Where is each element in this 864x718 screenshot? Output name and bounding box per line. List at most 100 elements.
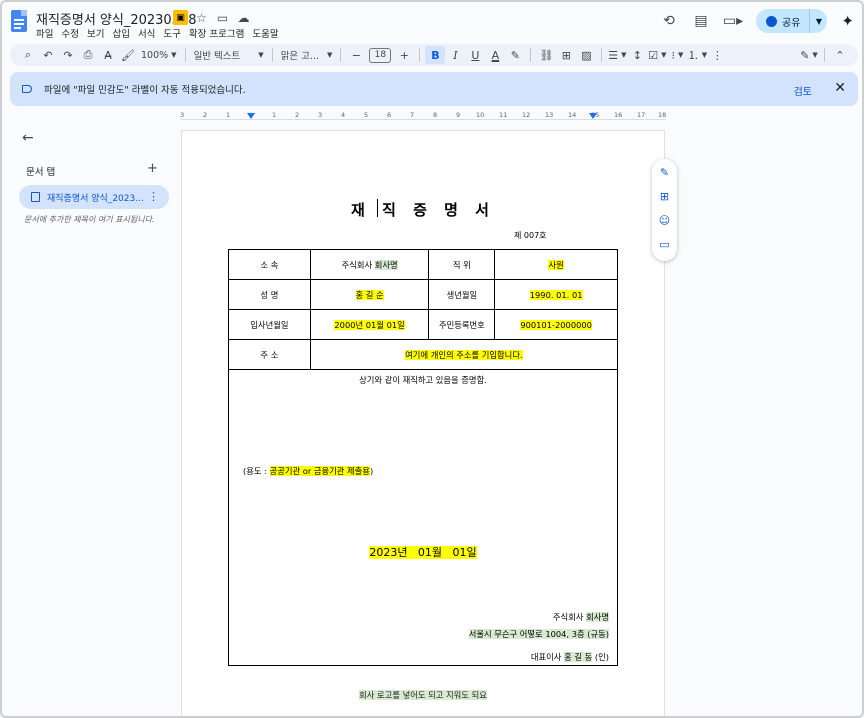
menu-tools[interactable]: 도구	[163, 26, 188, 40]
table-cell-value[interactable]: 2000년 01월 01일	[309, 309, 430, 340]
ruler-tick: 9	[456, 111, 461, 119]
chevron-down-icon: ▼	[171, 51, 177, 59]
table-cell-value[interactable]: 사원	[494, 249, 618, 280]
purpose-suffix: )	[369, 466, 374, 476]
menu-help[interactable]: 도움말	[252, 26, 286, 40]
cell-text: 회사명	[374, 259, 398, 270]
document-heading[interactable]: 재 직 증 명 서	[182, 199, 664, 220]
table-cell-value[interactable]: 홍 길 순	[309, 279, 430, 310]
print-icon[interactable]: ⎙	[78, 46, 98, 64]
increase-font-size-icon[interactable]: +	[394, 46, 414, 64]
suggest-edits-icon[interactable]: ▭	[658, 237, 672, 252]
ruler-tick: 1	[272, 111, 277, 119]
divider	[184, 48, 186, 62]
table-cell-label[interactable]: 소 속	[228, 249, 311, 280]
company-name: 회사명	[586, 612, 609, 622]
gemini-icon[interactable]: ✦	[841, 12, 854, 30]
star-icon[interactable]: ☆	[194, 10, 209, 25]
menu-edit[interactable]: 수정	[61, 26, 86, 40]
docs-logo-icon[interactable]	[11, 10, 27, 32]
text-color-icon[interactable]: A	[485, 46, 505, 64]
ceo-prefix: 대표이사	[530, 652, 565, 662]
menu-view[interactable]: 보기	[87, 26, 112, 40]
review-button[interactable]: 검토	[794, 83, 812, 98]
checklist-icon[interactable]: ☑ ▼	[647, 46, 667, 64]
footer-note[interactable]: 회사 로고를 넣어도 되고 지워도 되요	[182, 689, 664, 701]
table-cell-label[interactable]: 주 소	[228, 339, 311, 370]
undo-icon[interactable]: ↶	[38, 46, 58, 64]
ruler-tick: 8	[433, 111, 438, 119]
ceo-line: 대표이사 홍 길 동 (인)	[531, 651, 609, 663]
add-tab-icon[interactable]: +	[147, 161, 158, 176]
sensitivity-label-banner: 파일에 "파일 민감도" 라벨이 자동 적용되었습니다. 검토 ✕	[10, 72, 858, 106]
more-options-icon[interactable]: ⋮	[148, 190, 159, 203]
hide-menus-icon[interactable]: ⌃	[830, 46, 850, 64]
underline-icon[interactable]: U	[465, 46, 485, 64]
document-number[interactable]: 제 007호	[514, 230, 547, 241]
more-options-icon[interactable]: ⋮	[707, 46, 727, 64]
font-select[interactable]: 맑은 고... ▼	[278, 46, 336, 64]
vertical-ruler[interactable]	[2, 122, 8, 712]
certificate-body-cell[interactable]: 상기와 같이 재직하고 있음을 증명함. (용도 : 공공기관 or 금융기관 …	[228, 369, 618, 666]
ruler-tick: 4	[341, 111, 346, 119]
close-icon[interactable]: ✕	[834, 80, 846, 96]
meet-icon[interactable]: ▭▸	[723, 12, 743, 30]
menu-extensions[interactable]: 확장 프로그램	[189, 26, 252, 40]
link-icon[interactable]: ⛓	[536, 46, 556, 64]
menu-bar: 파일 수정 보기 삽입 서식 도구 확장 프로그램 도움말	[36, 26, 287, 40]
share-button[interactable]: 공유 ▼	[756, 9, 828, 33]
table-cell-value[interactable]: 1990. 01. 01	[494, 279, 618, 310]
align-icon[interactable]: ☰ ▼	[607, 46, 627, 64]
add-comment-icon[interactable]: ⊞	[556, 46, 576, 64]
paint-format-icon[interactable]: 🖌	[118, 46, 138, 64]
bold-icon[interactable]: B	[425, 46, 446, 64]
editing-mode-icon[interactable]: ✎ ▼	[799, 46, 819, 64]
document-tab[interactable]: 재직증명서 양식_2023... ⋮	[19, 185, 169, 209]
image-icon[interactable]: ▨	[576, 46, 596, 64]
bulleted-list-icon[interactable]: ⁝ ▼	[667, 46, 687, 64]
label-icon	[22, 85, 32, 93]
table-row: 성 명 홍 길 순 생년월일 1990. 01. 01	[228, 279, 618, 310]
ruler-tick: 18	[658, 111, 667, 119]
back-arrow-icon[interactable]: ←	[22, 130, 34, 146]
table-cell-label[interactable]: 직 위	[428, 249, 496, 280]
emoji-reaction-icon[interactable]: ☺	[658, 213, 672, 228]
table-cell-label[interactable]: 주민등록번호	[428, 309, 496, 340]
table-cell-label[interactable]: 성 명	[228, 279, 311, 310]
style-select[interactable]: 일반 텍스트 ▼	[191, 46, 267, 64]
cloud-icon[interactable]: ☁	[236, 10, 251, 25]
spellcheck-icon[interactable]: A̶	[98, 46, 118, 64]
search-menus-icon[interactable]: ⌕	[18, 46, 38, 64]
horizontal-ruler[interactable]: 3 2 1 1 2 3 4 5 6 7 8 9 10 11 12 13 14 1…	[180, 110, 666, 120]
document-page[interactable]: 재 직 증 명 서 제 007호 소 속 주식회사 회사명 직 위 사원 성 명…	[181, 130, 665, 718]
table-cell-value[interactable]: 900101-2000000	[494, 309, 618, 340]
decrease-font-size-icon[interactable]: −	[346, 46, 366, 64]
share-dropdown-icon[interactable]: ▼	[809, 9, 827, 33]
menu-insert[interactable]: 삽입	[112, 26, 137, 40]
highlight-icon[interactable]: ✎	[505, 46, 525, 64]
help-me-write-icon[interactable]: ✎	[658, 165, 672, 180]
italic-icon[interactable]: I	[445, 46, 465, 64]
table-cell-value[interactable]: 주식회사 회사명	[309, 249, 430, 280]
move-icon[interactable]: ▭	[215, 10, 230, 25]
menu-file[interactable]: 파일	[36, 26, 61, 40]
divider	[271, 48, 273, 62]
numbered-list-icon[interactable]: ⒈ ▼	[687, 46, 707, 64]
company-line: 주식회사 회사명	[553, 611, 609, 623]
label-icon[interactable]: ▣	[173, 10, 188, 25]
ruler-tick: 2	[295, 111, 300, 119]
table-cell-label[interactable]: 생년월일	[428, 279, 496, 310]
cell-text: 주 소	[260, 349, 279, 360]
zoom-select[interactable]: 100% ▼	[138, 46, 180, 64]
history-icon[interactable]: ⟲	[660, 12, 678, 30]
comment-icon[interactable]: ▤	[692, 12, 710, 30]
table-cell-label[interactable]: 입사년월일	[228, 309, 311, 340]
font-size-input[interactable]: 18	[369, 47, 392, 63]
cell-text: 주민등록번호	[438, 319, 485, 330]
menu-format[interactable]: 서식	[138, 26, 163, 40]
chevron-down-icon: ▼	[327, 51, 333, 59]
table-cell-value[interactable]: 여기에 개인의 주소를 기입합니다.	[309, 339, 619, 370]
line-spacing-icon[interactable]: ↕	[627, 46, 647, 64]
add-comment-icon[interactable]: ⊞	[658, 189, 672, 204]
redo-icon[interactable]: ↷	[58, 46, 78, 64]
